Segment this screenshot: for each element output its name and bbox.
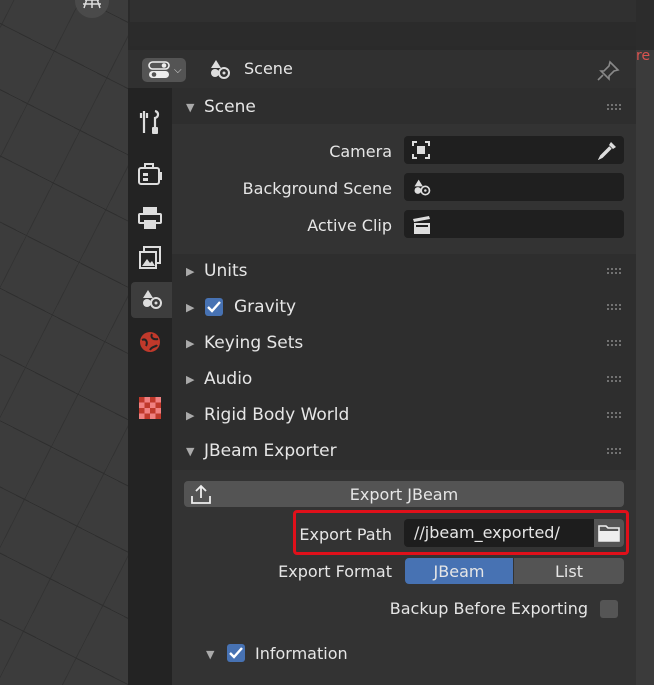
- tab-render[interactable]: [131, 156, 169, 192]
- editor-type-dropdown[interactable]: ⌵: [142, 58, 186, 82]
- view-layer-icon: [139, 246, 161, 269]
- jbeam-panel-body: Export JBeam Export Path //jbeam_exporte…: [172, 470, 636, 685]
- texture-icon: [139, 397, 161, 419]
- keying-sets-panel-header[interactable]: ▶ Keying Sets: [172, 326, 636, 360]
- collapsed-triangle-icon: ▶: [186, 408, 195, 422]
- collapsed-triangle-icon: ▶: [186, 300, 195, 314]
- world-icon: [140, 332, 160, 352]
- export-jbeam-label: Export JBeam: [349, 484, 459, 504]
- eyedropper-icon[interactable]: [598, 140, 618, 160]
- output-icon: [138, 207, 162, 229]
- grid-icon: [83, 0, 101, 9]
- format-option-jbeam-label: JBeam: [433, 561, 485, 581]
- collapsed-triangle-icon: ▶: [186, 264, 195, 278]
- drag-grip-icon[interactable]: [606, 447, 622, 455]
- jbeam-panel-title: JBeam Exporter: [204, 441, 337, 461]
- drag-grip-icon[interactable]: [606, 375, 622, 383]
- backup-checkbox[interactable]: [600, 600, 618, 618]
- format-option-list[interactable]: List: [514, 558, 624, 584]
- scene-panel-title: Scene: [204, 97, 256, 117]
- export-format-label: Export Format: [278, 562, 392, 581]
- scene-panel-header[interactable]: ▼ Scene: [172, 90, 636, 124]
- camera-view-gizmo[interactable]: [75, 0, 109, 18]
- 3d-viewport[interactable]: [0, 0, 128, 685]
- drag-grip-icon[interactable]: [606, 303, 622, 311]
- panel-area: ▼ Scene Camera Background Scene Active C…: [172, 88, 636, 685]
- render-icon: [138, 163, 162, 185]
- properties-header: ⌵ Scene: [128, 50, 636, 88]
- drag-grip-icon[interactable]: [606, 267, 622, 275]
- tab-scene[interactable]: [131, 282, 172, 318]
- scene-icon: [211, 60, 230, 79]
- top-editor-footer: [130, 22, 636, 46]
- highlight-box: [293, 510, 629, 555]
- chevron-down-icon: ⌵: [174, 64, 182, 76]
- information-checkbox[interactable]: [227, 644, 245, 662]
- information-label: Information: [255, 644, 348, 663]
- format-option-list-label: List: [555, 561, 583, 581]
- properties-editor-icon: [148, 61, 170, 78]
- gravity-panel-title: Gravity: [234, 297, 297, 317]
- active-clip-field[interactable]: [404, 210, 624, 238]
- drag-grip-icon[interactable]: [606, 339, 622, 347]
- tab-world[interactable]: [131, 324, 169, 360]
- scene-panel-body: Camera Background Scene Active Clip: [172, 124, 636, 254]
- collapsed-triangle-icon: ▶: [186, 372, 195, 386]
- export-jbeam-button[interactable]: Export JBeam: [184, 481, 624, 507]
- scene-icon: [414, 179, 431, 196]
- rigid-body-world-panel-header[interactable]: ▶ Rigid Body World: [172, 398, 636, 432]
- camera-object-icon: [412, 141, 430, 159]
- rigid-body-world-panel-title: Rigid Body World: [204, 405, 350, 425]
- clapperboard-icon: [413, 216, 430, 234]
- header-title: Scene: [244, 59, 293, 78]
- camera-field[interactable]: [404, 136, 624, 164]
- keying-sets-panel-title: Keying Sets: [204, 333, 304, 353]
- pin-icon[interactable]: [596, 60, 620, 82]
- backup-label: Backup Before Exporting: [389, 599, 588, 618]
- jbeam-panel-header[interactable]: ▼ JBeam Exporter: [172, 434, 636, 468]
- expanded-triangle-icon: ▼: [186, 444, 195, 458]
- tab-texture[interactable]: [131, 390, 169, 426]
- tab-output[interactable]: [131, 200, 169, 236]
- camera-label: Camera: [329, 142, 392, 161]
- drag-grip-icon[interactable]: [606, 411, 622, 419]
- collapsed-triangle-icon: ▶: [186, 336, 195, 350]
- audio-panel-title: Audio: [204, 369, 253, 389]
- drag-grip-icon[interactable]: [606, 103, 622, 111]
- expanded-triangle-icon: ▼: [206, 648, 215, 661]
- top-editor-region: [128, 0, 654, 50]
- units-panel-header[interactable]: ▶ Units: [172, 254, 636, 288]
- tool-icon: [139, 109, 160, 134]
- checkmark-icon: [229, 647, 243, 659]
- gravity-panel-header[interactable]: ▶ Gravity: [172, 290, 636, 324]
- units-panel-title: Units: [204, 261, 248, 281]
- partial-red-text: re: [636, 48, 651, 64]
- tab-view-layer[interactable]: [131, 240, 169, 276]
- top-editor-scrollbar[interactable]: [636, 0, 654, 50]
- expanded-triangle-icon: ▼: [186, 100, 195, 114]
- gravity-checkbox[interactable]: [205, 298, 223, 316]
- active-clip-label: Active Clip: [307, 216, 392, 235]
- background-scene-field[interactable]: [404, 173, 624, 201]
- scene-icon: [142, 290, 162, 309]
- audio-panel-header[interactable]: ▶ Audio: [172, 362, 636, 396]
- tab-tool[interactable]: [131, 104, 169, 140]
- top-editor-body: [130, 0, 636, 22]
- export-icon: [191, 484, 211, 504]
- properties-editor: ⌵ Scene ▼ Scene Camera Background Scene …: [128, 50, 636, 685]
- checkmark-icon: [207, 301, 221, 313]
- properties-tab-bar: [128, 88, 172, 685]
- format-option-jbeam[interactable]: JBeam: [405, 558, 513, 584]
- background-scene-label: Background Scene: [242, 179, 392, 198]
